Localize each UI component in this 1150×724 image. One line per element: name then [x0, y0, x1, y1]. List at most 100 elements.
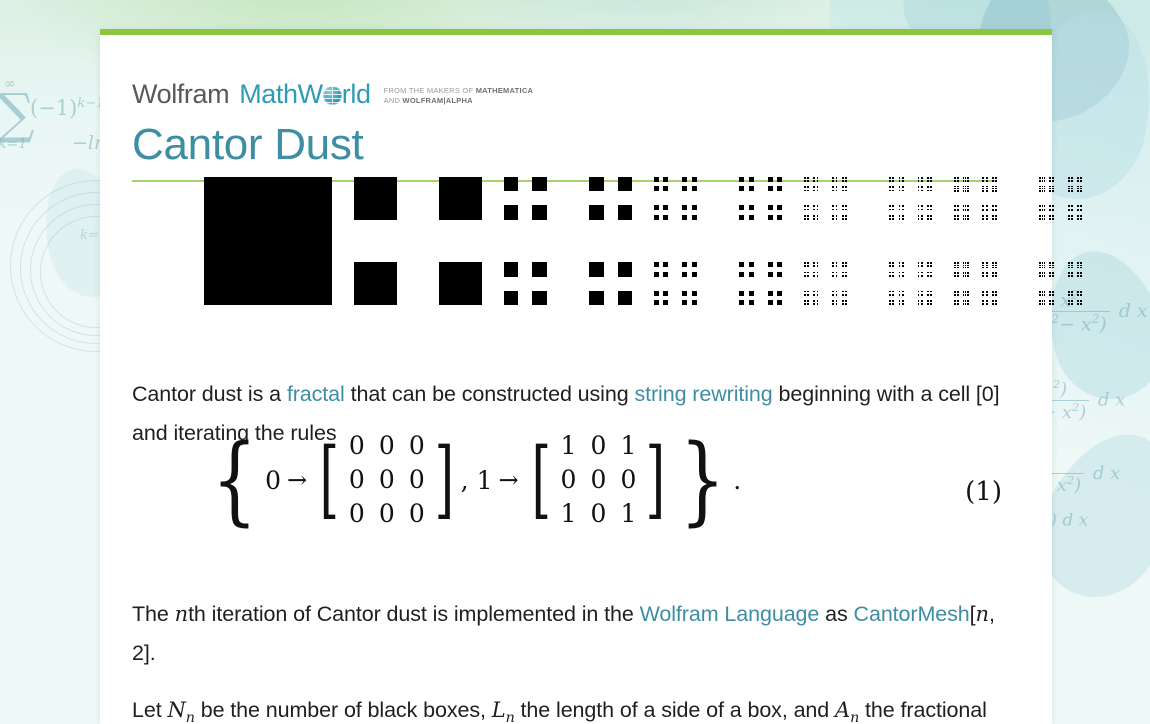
fractal-cell: [958, 187, 959, 189]
fractal-cell: [663, 290, 669, 296]
fractal-cell: [835, 214, 838, 217]
fractal-cell: [964, 178, 966, 179]
matrix-cell: 0: [408, 431, 425, 460]
fractal-cell: [748, 300, 754, 305]
matrix-cell: 0: [378, 465, 395, 494]
fractal-cell: [813, 300, 816, 302]
fractal-cell: [901, 271, 904, 274]
fractal-cell: [920, 208, 923, 211]
fractal-cell: [777, 205, 782, 211]
fractal-cell: [1078, 178, 1079, 179]
fractal-cell: [832, 262, 835, 264]
fractal-cell: [832, 208, 835, 211]
fractal-cell: [691, 214, 697, 220]
fractal-cell: [920, 180, 923, 182]
fractal-cell: [617, 177, 632, 192]
fractal-cell: [1078, 291, 1079, 293]
fractal-cell: [1071, 304, 1073, 305]
fractal-cell: [898, 186, 901, 189]
fractal-cell: [889, 271, 891, 274]
fractal-cell: [682, 177, 688, 182]
fractal-cell: [889, 177, 891, 179]
fractal-cell: [439, 262, 482, 305]
fractal-cell: [845, 214, 847, 217]
fractal-cell: [832, 265, 835, 268]
fractal-cell: [589, 262, 604, 277]
fractal-cell: [967, 181, 969, 182]
fractal-cell: [1040, 187, 1041, 189]
fractal-cell: [889, 303, 891, 305]
fractal-cell: [841, 186, 844, 189]
paren-close-2b: ): [1079, 402, 1087, 423]
fractal-cell: [983, 206, 984, 207]
para3-text-1: Let: [132, 697, 168, 722]
fractal-cell: [992, 178, 994, 179]
logo-wolfram-text: Wolfram: [132, 79, 230, 109]
fractal-cell: [807, 186, 809, 189]
fractal-cell: [996, 304, 997, 305]
fractal-cell: [804, 290, 806, 293]
fractal-cell: [1043, 209, 1045, 211]
fractal-cell: [832, 290, 835, 293]
link-string-rewriting[interactable]: string rewriting: [634, 382, 772, 406]
fractal-cell: [1043, 301, 1045, 302]
fractal-cell: [901, 208, 904, 211]
fractal-cell: [967, 272, 969, 274]
link-wolfram-language[interactable]: Wolfram Language: [640, 602, 820, 626]
page-title: Cantor Dust: [132, 120, 364, 169]
fractal-cell: [739, 271, 745, 277]
fractal-cell: [967, 209, 969, 211]
fractal-cell: [1043, 187, 1045, 189]
fractal-cell: [992, 219, 994, 220]
matrix-cell: 0: [378, 499, 395, 528]
fractal-cell: [1043, 178, 1045, 179]
fractal-cell: [804, 274, 806, 277]
fractal-cell: [1071, 291, 1073, 293]
fractal-cell: [967, 304, 969, 305]
fractal-cell: [958, 178, 959, 179]
fractal-cell: [777, 262, 782, 268]
fractal-cell: [1040, 266, 1041, 268]
fractal-cell: [1068, 209, 1070, 211]
fractal-cell: [920, 205, 923, 208]
fractal-cell: [986, 190, 988, 192]
fractal-cell: [1081, 294, 1082, 296]
fractal-cell: [845, 218, 847, 220]
fractal-cell: [955, 190, 956, 192]
fractal-cell: [898, 274, 901, 277]
fractal-cell: [901, 290, 904, 293]
fractal-cell: [682, 300, 688, 305]
fractal-cell: [1081, 304, 1082, 305]
fractal-cell: [654, 271, 659, 277]
equation-row: { 0 → [ 000000000 ] , 1 → [ 101000101 ] …: [132, 431, 1002, 553]
fractal-cell: [777, 214, 782, 220]
fractal-cell: [691, 300, 697, 305]
fractal-cell: [1071, 209, 1073, 211]
fractal-cell: [898, 290, 901, 293]
fractal-cell: [804, 303, 806, 305]
fractal-cell: [816, 262, 819, 264]
fractal-cell: [958, 215, 959, 217]
fractal-cell: [920, 274, 923, 277]
paragraph-implementation: The nth iteration of Cantor dust is impl…: [132, 595, 1002, 673]
link-fractal[interactable]: fractal: [287, 382, 345, 406]
fractal-cell: [892, 205, 895, 208]
fractal-cell: [1081, 291, 1082, 293]
fractal-cell: [917, 262, 920, 264]
link-cantormesh[interactable]: CantorMesh: [854, 602, 970, 626]
fractal-cell: [813, 265, 816, 268]
fractal-cell: [986, 219, 988, 220]
site-logo[interactable]: Wolfram MathW rld FROM THE MAKERS OF MATH…: [132, 79, 533, 109]
fractal-cell: [739, 262, 745, 268]
fractal-cell: [1078, 215, 1079, 217]
fractal-cell: [1043, 272, 1045, 274]
fractal-cell: [663, 300, 669, 305]
fractal-cell: [813, 208, 816, 211]
fractal-cell: [777, 186, 782, 192]
fractal-cell: [917, 265, 920, 268]
fractal-cell: [917, 177, 920, 179]
fractal-cell: [1081, 187, 1082, 189]
fractal-cell: [1081, 263, 1082, 264]
fractal-cell: [532, 262, 547, 277]
fractal-cell: [804, 186, 806, 189]
